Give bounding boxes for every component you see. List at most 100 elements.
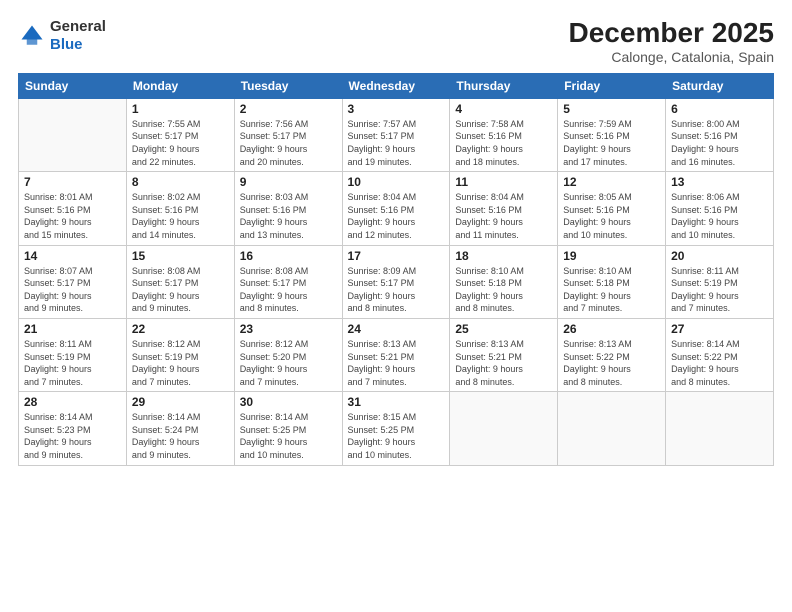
- day-info: Sunrise: 8:12 AM Sunset: 5:20 PM Dayligh…: [240, 338, 337, 388]
- day-info: Sunrise: 8:07 AM Sunset: 5:17 PM Dayligh…: [24, 265, 121, 315]
- day-info: Sunrise: 8:10 AM Sunset: 5:18 PM Dayligh…: [563, 265, 660, 315]
- day-number: 6: [671, 102, 768, 116]
- calendar: SundayMondayTuesdayWednesdayThursdayFrid…: [18, 73, 774, 466]
- day-info: Sunrise: 8:14 AM Sunset: 5:24 PM Dayligh…: [132, 411, 229, 461]
- day-number: 21: [24, 322, 121, 336]
- day-info: Sunrise: 8:14 AM Sunset: 5:22 PM Dayligh…: [671, 338, 768, 388]
- day-number: 27: [671, 322, 768, 336]
- day-number: 23: [240, 322, 337, 336]
- calendar-cell: 16Sunrise: 8:08 AM Sunset: 5:17 PM Dayli…: [234, 245, 342, 318]
- calendar-week-row: 14 Sunrise: 8:07 AM Sunset: 5:17 PM Dayli…: [19, 245, 774, 318]
- calendar-cell: 29 Sunrise: 8:14 AM Sunset: 5:24 PM Dayli…: [126, 392, 234, 465]
- calendar-cell: 24Sunrise: 8:13 AM Sunset: 5:21 PM Dayli…: [342, 318, 450, 391]
- day-number: 31: [348, 395, 445, 409]
- calendar-cell: 23 Sunrise: 8:12 AM Sunset: 5:20 PM Dayli…: [234, 318, 342, 391]
- day-number: 14: [24, 249, 121, 263]
- day-number: 20: [671, 249, 768, 263]
- day-number: 19: [563, 249, 660, 263]
- calendar-cell: 12 Sunrise: 8:05 AM Sunset: 5:16 PM Dayli…: [558, 172, 666, 245]
- day-number: 12: [563, 175, 660, 189]
- calendar-cell: 3 Sunrise: 7:57 AM Sunset: 5:17 PM Daylig…: [342, 98, 450, 171]
- logo-icon: [18, 22, 46, 50]
- calendar-cell: 30 Sunrise: 8:14 AM Sunset: 5:25 PM Dayli…: [234, 392, 342, 465]
- calendar-cell: 31Sunrise: 8:15 AM Sunset: 5:25 PM Dayli…: [342, 392, 450, 465]
- calendar-week-row: 7Sunrise: 8:01 AM Sunset: 5:16 PM Daylig…: [19, 172, 774, 245]
- calendar-header-tuesday: Tuesday: [234, 73, 342, 98]
- calendar-cell: 18 Sunrise: 8:10 AM Sunset: 5:18 PM Dayli…: [450, 245, 558, 318]
- day-number: 1: [132, 102, 229, 116]
- calendar-cell: 1 Sunrise: 7:55 AM Sunset: 5:17 PM Daylig…: [126, 98, 234, 171]
- day-info: Sunrise: 8:10 AM Sunset: 5:18 PM Dayligh…: [455, 265, 552, 315]
- logo-blue-text: Blue: [50, 36, 83, 53]
- day-info: Sunrise: 8:09 AM Sunset: 5:17 PM Dayligh…: [348, 265, 445, 315]
- day-info: Sunrise: 7:56 AM Sunset: 5:17 PM Dayligh…: [240, 118, 337, 168]
- day-info: Sunrise: 8:08 AM Sunset: 5:17 PM Dayligh…: [132, 265, 229, 315]
- day-number: 2: [240, 102, 337, 116]
- day-number: 30: [240, 395, 337, 409]
- day-info: Sunrise: 7:58 AM Sunset: 5:16 PM Dayligh…: [455, 118, 552, 168]
- day-info: Sunrise: 8:12 AM Sunset: 5:19 PM Dayligh…: [132, 338, 229, 388]
- day-number: 8: [132, 175, 229, 189]
- day-info: Sunrise: 8:02 AM Sunset: 5:16 PM Dayligh…: [132, 191, 229, 241]
- day-number: 29: [132, 395, 229, 409]
- calendar-week-row: 28 Sunrise: 8:14 AM Sunset: 5:23 PM Dayli…: [19, 392, 774, 465]
- day-number: 10: [348, 175, 445, 189]
- calendar-header-friday: Friday: [558, 73, 666, 98]
- calendar-week-row: 21 Sunrise: 8:11 AM Sunset: 5:19 PM Dayli…: [19, 318, 774, 391]
- calendar-cell: 17 Sunrise: 8:09 AM Sunset: 5:17 PM Dayli…: [342, 245, 450, 318]
- day-number: 3: [348, 102, 445, 116]
- calendar-cell: [450, 392, 558, 465]
- day-number: 28: [24, 395, 121, 409]
- calendar-cell: 22 Sunrise: 8:12 AM Sunset: 5:19 PM Dayli…: [126, 318, 234, 391]
- day-number: 7: [24, 175, 121, 189]
- day-info: Sunrise: 8:14 AM Sunset: 5:25 PM Dayligh…: [240, 411, 337, 461]
- day-info: Sunrise: 8:00 AM Sunset: 5:16 PM Dayligh…: [671, 118, 768, 168]
- day-info: Sunrise: 8:11 AM Sunset: 5:19 PM Dayligh…: [24, 338, 121, 388]
- calendar-cell: 7Sunrise: 8:01 AM Sunset: 5:16 PM Daylig…: [19, 172, 127, 245]
- calendar-cell: 15 Sunrise: 8:08 AM Sunset: 5:17 PM Dayli…: [126, 245, 234, 318]
- day-number: 4: [455, 102, 552, 116]
- day-number: 15: [132, 249, 229, 263]
- day-info: Sunrise: 8:05 AM Sunset: 5:16 PM Dayligh…: [563, 191, 660, 241]
- day-info: Sunrise: 8:04 AM Sunset: 5:16 PM Dayligh…: [348, 191, 445, 241]
- day-info: Sunrise: 8:14 AM Sunset: 5:23 PM Dayligh…: [24, 411, 121, 461]
- calendar-cell: 6 Sunrise: 8:00 AM Sunset: 5:16 PM Daylig…: [666, 98, 774, 171]
- calendar-header-thursday: Thursday: [450, 73, 558, 98]
- calendar-cell: 25Sunrise: 8:13 AM Sunset: 5:21 PM Dayli…: [450, 318, 558, 391]
- day-info: Sunrise: 8:13 AM Sunset: 5:22 PM Dayligh…: [563, 338, 660, 388]
- day-info: Sunrise: 7:55 AM Sunset: 5:17 PM Dayligh…: [132, 118, 229, 168]
- calendar-cell: [666, 392, 774, 465]
- day-number: 11: [455, 175, 552, 189]
- calendar-cell: [19, 98, 127, 171]
- day-info: Sunrise: 7:57 AM Sunset: 5:17 PM Dayligh…: [348, 118, 445, 168]
- day-info: Sunrise: 7:59 AM Sunset: 5:16 PM Dayligh…: [563, 118, 660, 168]
- day-info: Sunrise: 8:04 AM Sunset: 5:16 PM Dayligh…: [455, 191, 552, 241]
- day-number: 17: [348, 249, 445, 263]
- day-info: Sunrise: 8:13 AM Sunset: 5:21 PM Dayligh…: [348, 338, 445, 388]
- calendar-cell: 11 Sunrise: 8:04 AM Sunset: 5:16 PM Dayli…: [450, 172, 558, 245]
- day-number: 18: [455, 249, 552, 263]
- calendar-cell: 4 Sunrise: 7:58 AM Sunset: 5:16 PM Daylig…: [450, 98, 558, 171]
- calendar-cell: 9 Sunrise: 8:03 AM Sunset: 5:16 PM Daylig…: [234, 172, 342, 245]
- day-number: 5: [563, 102, 660, 116]
- calendar-cell: [558, 392, 666, 465]
- calendar-header-monday: Monday: [126, 73, 234, 98]
- day-info: Sunrise: 8:03 AM Sunset: 5:16 PM Dayligh…: [240, 191, 337, 241]
- header: General Blue December 2025 Calonge, Cata…: [18, 18, 774, 65]
- calendar-cell: 14 Sunrise: 8:07 AM Sunset: 5:17 PM Dayli…: [19, 245, 127, 318]
- calendar-cell: 2 Sunrise: 7:56 AM Sunset: 5:17 PM Daylig…: [234, 98, 342, 171]
- calendar-cell: 5 Sunrise: 7:59 AM Sunset: 5:16 PM Daylig…: [558, 98, 666, 171]
- day-number: 9: [240, 175, 337, 189]
- calendar-cell: 19 Sunrise: 8:10 AM Sunset: 5:18 PM Dayli…: [558, 245, 666, 318]
- calendar-cell: 28 Sunrise: 8:14 AM Sunset: 5:23 PM Dayli…: [19, 392, 127, 465]
- day-number: 25: [455, 322, 552, 336]
- day-number: 13: [671, 175, 768, 189]
- logo-general-text: General: [50, 18, 106, 35]
- day-number: 26: [563, 322, 660, 336]
- calendar-cell: 26 Sunrise: 8:13 AM Sunset: 5:22 PM Dayli…: [558, 318, 666, 391]
- calendar-cell: 13 Sunrise: 8:06 AM Sunset: 5:16 PM Dayli…: [666, 172, 774, 245]
- day-number: 22: [132, 322, 229, 336]
- calendar-cell: 20Sunrise: 8:11 AM Sunset: 5:19 PM Dayli…: [666, 245, 774, 318]
- day-info: Sunrise: 8:06 AM Sunset: 5:16 PM Dayligh…: [671, 191, 768, 241]
- day-number: 16: [240, 249, 337, 263]
